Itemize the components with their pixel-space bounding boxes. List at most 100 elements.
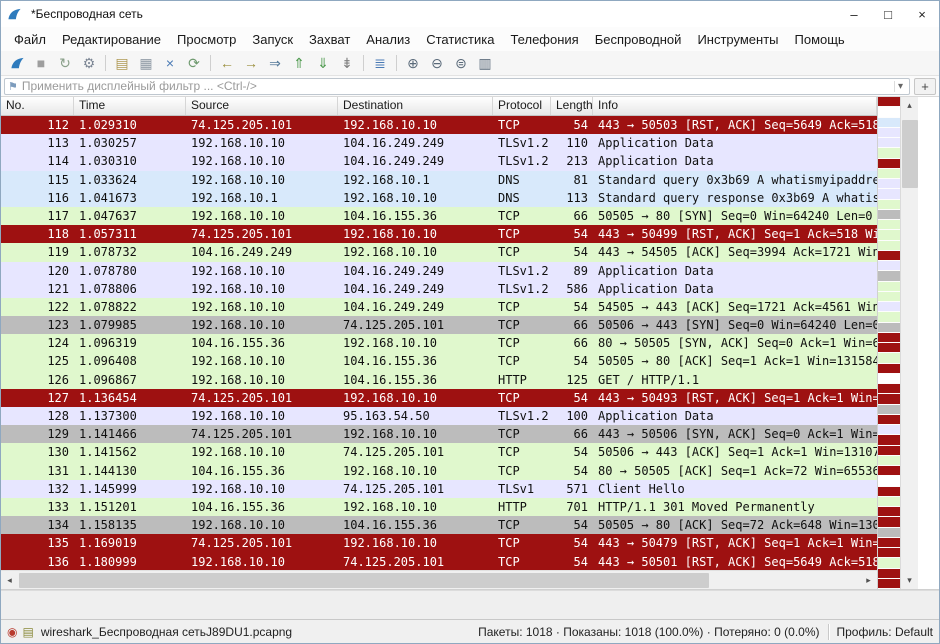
auto-scroll-icon[interactable]: ⇟ xyxy=(335,52,359,74)
packet-cell-destination: 192.168.10.10 xyxy=(338,498,493,516)
menu-item-tools[interactable]: Инструменты xyxy=(690,30,785,49)
menu-item-capture[interactable]: Захват xyxy=(302,30,357,49)
packet-row[interactable]: 1221.078822192.168.10.10104.16.249.249TC… xyxy=(1,298,877,316)
column-header-source[interactable]: Source xyxy=(186,97,338,115)
vertical-scroll-thumb[interactable] xyxy=(902,120,918,188)
open-file-icon[interactable]: ▤ xyxy=(110,52,134,74)
packet-minimap[interactable] xyxy=(877,97,900,589)
zoom-in-icon[interactable]: ⊕ xyxy=(401,52,425,74)
packet-row[interactable]: 1301.141562192.168.10.1074.125.205.101TC… xyxy=(1,443,877,461)
packet-row[interactable]: 1261.096867192.168.10.10104.16.155.36HTT… xyxy=(1,371,877,389)
packet-row[interactable]: 1341.158135192.168.10.10104.16.155.36TCP… xyxy=(1,516,877,534)
menu-item-telephony[interactable]: Телефония xyxy=(503,30,585,49)
packet-cell-protocol: TCP xyxy=(493,352,551,370)
menu-item-file[interactable]: Файл xyxy=(7,30,53,49)
restart-capture-icon[interactable]: ↻ xyxy=(53,52,77,74)
horizontal-scroll-track[interactable] xyxy=(18,572,860,589)
menu-item-go[interactable]: Запуск xyxy=(245,30,300,49)
add-filter-button[interactable]: + xyxy=(914,78,936,95)
maximize-button[interactable]: □ xyxy=(871,1,905,27)
column-header-protocol[interactable]: Protocol xyxy=(493,97,551,115)
column-header-info[interactable]: Info xyxy=(593,97,877,115)
go-first-icon[interactable]: ⇑ xyxy=(287,52,311,74)
resize-columns-icon[interactable]: ▥ xyxy=(473,52,497,74)
packet-row[interactable]: 1241.096319104.16.155.36192.168.10.10TCP… xyxy=(1,334,877,352)
packet-cell-protocol: TCP xyxy=(493,425,551,443)
packet-cell-no: 117 xyxy=(1,207,74,225)
column-header-length[interactable]: Length xyxy=(551,97,593,115)
packet-cell-no: 113 xyxy=(1,134,74,152)
column-header-time[interactable]: Time xyxy=(74,97,186,115)
menu-item-statistics[interactable]: Статистика xyxy=(419,30,501,49)
capture-file-properties-icon[interactable]: ▤ xyxy=(22,625,33,639)
display-filter-field[interactable]: ⚑ ▾ xyxy=(4,78,910,95)
packet-row[interactable]: 1131.030257192.168.10.10104.16.249.249TL… xyxy=(1,134,877,152)
packet-row[interactable]: 1161.041673192.168.10.1192.168.10.10DNS1… xyxy=(1,189,877,207)
packet-cell-time: 1.078822 xyxy=(74,298,186,316)
vertical-scroll-track[interactable] xyxy=(901,114,918,572)
zoom-100-icon[interactable]: ⊜ xyxy=(449,52,473,74)
packet-row[interactable]: 1331.151201104.16.155.36192.168.10.10HTT… xyxy=(1,498,877,516)
close-button[interactable]: × xyxy=(905,1,939,27)
save-file-icon[interactable]: ▦ xyxy=(134,52,158,74)
packet-row[interactable]: 1201.078780192.168.10.10104.16.249.249TL… xyxy=(1,262,877,280)
scroll-up-icon[interactable]: ▴ xyxy=(901,97,918,114)
packet-row[interactable]: 1351.16901974.125.205.101192.168.10.10TC… xyxy=(1,534,877,552)
scroll-left-icon[interactable]: ◂ xyxy=(1,572,18,589)
close-file-icon[interactable]: × xyxy=(158,52,182,74)
bookmark-icon[interactable]: ⚑ xyxy=(8,80,18,93)
packet-row[interactable]: 1191.078732104.16.249.249192.168.10.10TC… xyxy=(1,243,877,261)
menu-item-view[interactable]: Просмотр xyxy=(170,30,243,49)
menu-item-wireless[interactable]: Беспроводной xyxy=(588,30,689,49)
horizontal-scrollbar[interactable]: ◂ ▸ xyxy=(1,570,877,589)
packet-row[interactable]: 1271.13645474.125.205.101192.168.10.10TC… xyxy=(1,389,877,407)
vertical-scrollbar[interactable]: ▴ ▾ xyxy=(900,97,918,589)
column-header-destination[interactable]: Destination xyxy=(338,97,493,115)
packet-cell-protocol: TLSv1.2 xyxy=(493,262,551,280)
packet-row[interactable]: 1361.180999192.168.10.1074.125.205.101TC… xyxy=(1,553,877,571)
packet-cell-protocol: HTTP xyxy=(493,498,551,516)
colorize-icon[interactable]: ≣ xyxy=(368,52,392,74)
profile-label[interactable]: Профиль: Default xyxy=(837,625,934,639)
menu-item-help[interactable]: Помощь xyxy=(788,30,852,49)
packet-row[interactable]: 1151.033624192.168.10.10192.168.10.1DNS8… xyxy=(1,171,877,189)
packet-cell-time: 1.041673 xyxy=(74,189,186,207)
wireshark-window: *Беспроводная сеть – □ × ФайлРедактирова… xyxy=(0,0,940,644)
packet-row[interactable]: 1311.144130104.16.155.36192.168.10.10TCP… xyxy=(1,462,877,480)
start-capture-icon[interactable] xyxy=(5,52,29,74)
packet-row[interactable]: 1231.079985192.168.10.1074.125.205.101TC… xyxy=(1,316,877,334)
packet-cell-protocol: TCP xyxy=(493,316,551,334)
filter-history-dropdown-icon[interactable]: ▾ xyxy=(894,81,906,92)
go-last-icon[interactable]: ⇓ xyxy=(311,52,335,74)
packet-row[interactable]: 1211.078806192.168.10.10104.16.249.249TL… xyxy=(1,280,877,298)
minimap-stripe xyxy=(878,118,900,128)
go-forward-icon[interactable]: → xyxy=(239,52,263,74)
stop-capture-icon[interactable]: ■ xyxy=(29,52,53,74)
packet-row[interactable]: 1181.05731174.125.205.101192.168.10.10TC… xyxy=(1,225,877,243)
packet-row[interactable]: 1141.030310192.168.10.10104.16.249.249TL… xyxy=(1,152,877,170)
column-header-no[interactable]: No. xyxy=(1,97,74,115)
zoom-out-icon[interactable]: ⊖ xyxy=(425,52,449,74)
menu-item-analyze[interactable]: Анализ xyxy=(359,30,417,49)
minimap-stripe xyxy=(878,353,900,363)
go-to-packet-icon[interactable]: ⇒ xyxy=(263,52,287,74)
scroll-down-icon[interactable]: ▾ xyxy=(901,572,918,589)
menu-item-edit[interactable]: Редактирование xyxy=(55,30,168,49)
go-back-icon[interactable]: ← xyxy=(215,52,239,74)
packet-cell-no: 115 xyxy=(1,171,74,189)
packet-row[interactable]: 1171.047637192.168.10.10104.16.155.36TCP… xyxy=(1,207,877,225)
reload-file-icon[interactable]: ⟳ xyxy=(182,52,206,74)
packet-row[interactable]: 1291.14146674.125.205.101192.168.10.10TC… xyxy=(1,425,877,443)
minimize-button[interactable]: – xyxy=(837,1,871,27)
capture-options-icon[interactable]: ⚙ xyxy=(77,52,101,74)
display-filter-input[interactable] xyxy=(22,79,894,93)
packet-row[interactable]: 1121.02931074.125.205.101192.168.10.10TC… xyxy=(1,116,877,134)
packet-cell-destination: 192.168.10.10 xyxy=(338,189,493,207)
scroll-right-icon[interactable]: ▸ xyxy=(860,572,877,589)
packet-row[interactable]: 1251.096408192.168.10.10104.16.155.36TCP… xyxy=(1,352,877,370)
minimap-stripe xyxy=(878,107,900,117)
packet-row[interactable]: 1321.145999192.168.10.1074.125.205.101TL… xyxy=(1,480,877,498)
horizontal-scroll-thumb[interactable] xyxy=(19,573,709,588)
packet-row[interactable]: 1281.137300192.168.10.1095.163.54.50TLSv… xyxy=(1,407,877,425)
expert-info-icon[interactable]: ◉ xyxy=(7,625,17,639)
